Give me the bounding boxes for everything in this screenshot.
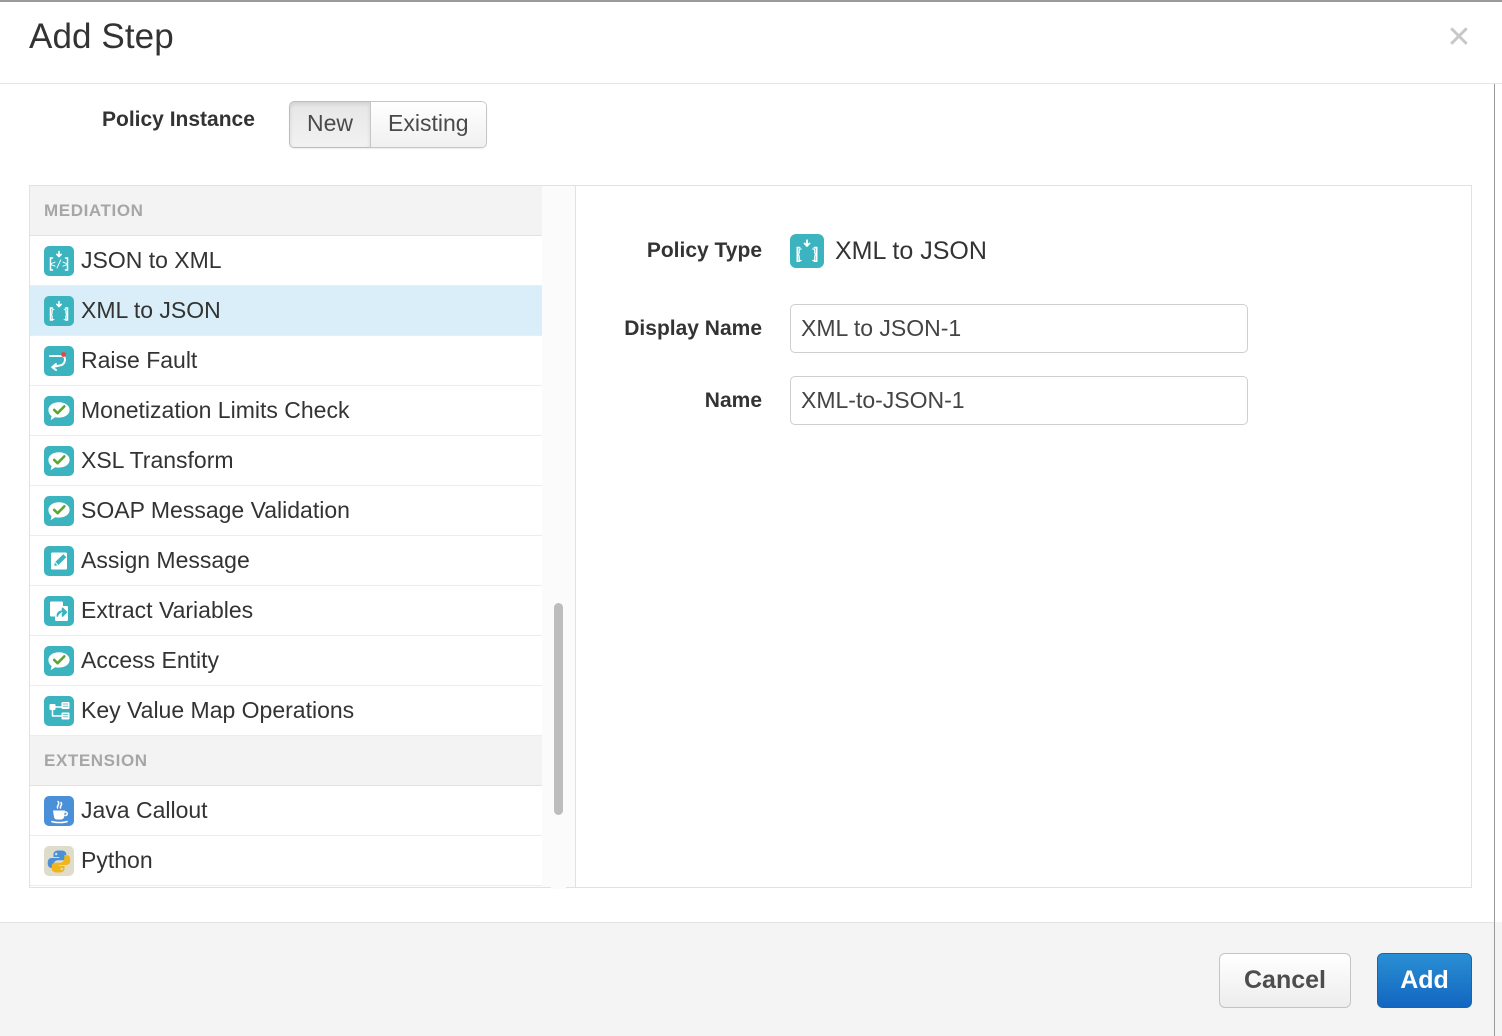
dialog-header: Add Step ✕	[0, 2, 1502, 84]
bubble-check-icon	[44, 496, 74, 526]
add-step-dialog: Add Step ✕ Policy Instance New Existing …	[0, 0, 1502, 1036]
policy-list-item[interactable]: Key Value Map Operations	[30, 686, 542, 736]
name-input[interactable]	[790, 376, 1248, 425]
policy-list-item-label: Monetization Limits Check	[81, 397, 349, 424]
close-icon[interactable]: ✕	[1444, 23, 1474, 53]
policy-list-item-label: Assign Message	[81, 547, 250, 574]
page-title: Add Step	[29, 17, 174, 57]
panels-wrapper: MEDIATION </> JSON to XML { } XML to JSON Rai…	[29, 185, 1472, 888]
policy-list-item-label: JSON to XML	[81, 247, 222, 274]
policy-list-item-label: Java Callout	[81, 797, 208, 824]
window-edge-sliver-body	[1494, 84, 1502, 922]
policy-list-item[interactable]: SOAP Message Validation	[30, 486, 542, 536]
scrollbar-thumb[interactable]	[554, 603, 563, 815]
policy-list-item[interactable]: Java Callout	[30, 786, 542, 836]
document-pencil-icon	[44, 546, 74, 576]
display-name-label: Display Name	[576, 317, 790, 341]
policy-list-item-label: Access Entity	[81, 647, 219, 674]
policy-list-item-label: XSL Transform	[81, 447, 234, 474]
policy-section-header: MEDIATION	[30, 186, 542, 236]
policy-list-item-label: Extract Variables	[81, 597, 253, 624]
policy-type-name: XML to JSON	[835, 237, 987, 266]
policy-list-item[interactable]: Access Entity	[30, 636, 542, 686]
curly-braces-icon: { }	[790, 234, 824, 268]
java-icon	[44, 796, 74, 826]
policy-instance-option-new[interactable]: New	[289, 101, 370, 148]
policy-list-item[interactable]: Raise Fault	[30, 336, 542, 386]
policy-detail-panel: Policy Type { } XML to JSON Display Name…	[575, 185, 1472, 888]
policy-list-item[interactable]: </> JSON to XML	[30, 236, 542, 286]
name-label: Name	[576, 389, 790, 413]
key-value-map-icon	[44, 696, 74, 726]
document-arrow-icon	[44, 596, 74, 626]
policy-list[interactable]: MEDIATION </> JSON to XML { } XML to JSON Rai…	[29, 185, 542, 888]
bubble-check-icon	[44, 396, 74, 426]
svg-text:{ }: { }	[49, 306, 70, 320]
policy-instance-toggle: New Existing	[289, 101, 487, 148]
curly-braces-icon: { }	[44, 296, 74, 326]
policy-list-item-label: Raise Fault	[81, 347, 197, 374]
policy-list-item[interactable]: Python	[30, 836, 542, 886]
policy-type-row: Policy Type { } XML to JSON	[576, 234, 987, 268]
svg-text:{ }: { }	[795, 248, 819, 263]
policy-type-value: { } XML to JSON	[790, 234, 987, 268]
policy-list-item-label: Python	[81, 847, 153, 874]
bubble-check-icon	[44, 446, 74, 476]
policy-type-label: Policy Type	[576, 239, 790, 263]
policy-list-item[interactable]: Assign Message	[30, 536, 542, 586]
policy-instance-row: Policy Instance New Existing	[0, 85, 1494, 185]
policy-section-header: EXTENSION	[30, 736, 542, 786]
cancel-button[interactable]: Cancel	[1219, 953, 1351, 1008]
policy-list-item-label: XML to JSON	[81, 297, 221, 324]
policy-list-item-label: Key Value Map Operations	[81, 697, 354, 724]
policy-list-item[interactable]: Extract Variables	[30, 586, 542, 636]
window-edge-sliver-footer	[1494, 922, 1502, 1036]
dialog-footer: Cancel Add	[0, 922, 1494, 1036]
name-row: Name	[576, 376, 1248, 425]
policy-list-item[interactable]: Monetization Limits Check	[30, 386, 542, 436]
policy-list-item[interactable]: { } XML to JSON	[30, 286, 542, 336]
raise-fault-icon	[44, 346, 74, 376]
svg-text:</>: </>	[50, 258, 69, 270]
policy-instance-label: Policy Instance	[102, 108, 255, 132]
policy-list-item-label: SOAP Message Validation	[81, 497, 350, 524]
display-name-row: Display Name	[576, 304, 1248, 353]
dialog-body: MEDIATION </> JSON to XML { } XML to JSON Rai…	[0, 185, 1494, 922]
bubble-check-icon	[44, 646, 74, 676]
display-name-input[interactable]	[790, 304, 1248, 353]
code-brackets-icon: </>	[44, 246, 74, 276]
python-icon	[44, 846, 74, 876]
policy-list-item[interactable]: XSL Transform	[30, 436, 542, 486]
add-button[interactable]: Add	[1377, 953, 1472, 1008]
policy-list-scrollbar[interactable]	[542, 185, 575, 888]
policy-instance-option-existing[interactable]: Existing	[370, 101, 487, 148]
